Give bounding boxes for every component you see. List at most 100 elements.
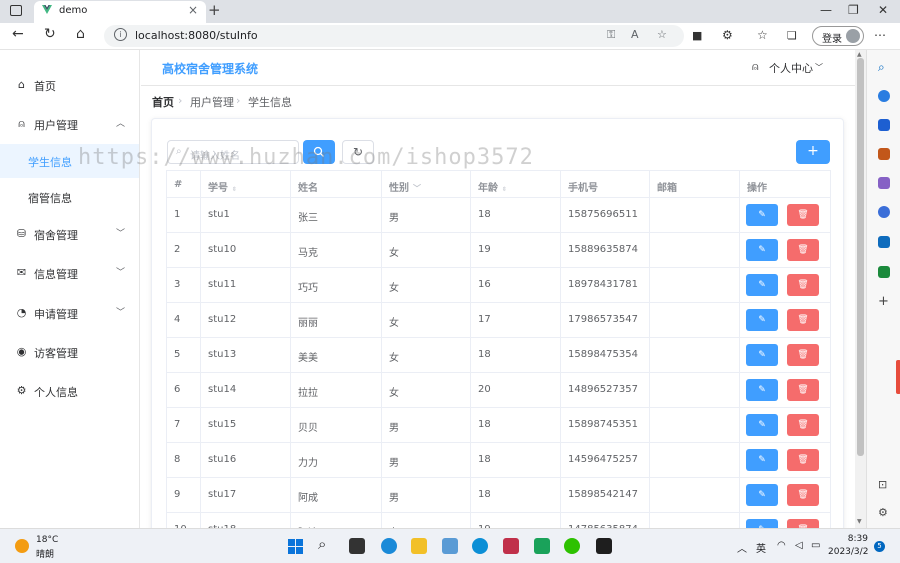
more-menu-icon[interactable]: ⋯	[874, 28, 886, 42]
cell-gender: 女	[382, 338, 471, 372]
delete-button[interactable]: 🗑	[787, 519, 819, 528]
read-aloud-icon[interactable]: A	[631, 28, 639, 41]
column-header-gender[interactable]: 性别 ﹀	[382, 171, 471, 199]
chevron-down-icon[interactable]: ﹀	[815, 62, 823, 73]
search-icon[interactable]: ⌕	[878, 60, 890, 74]
edge-browser-icon[interactable]	[381, 538, 397, 554]
sidebar-item-info-management[interactable]: ✉ 信息管理 ﹀	[0, 256, 139, 290]
sidebar-item-home[interactable]: ⌂ 首页	[0, 68, 139, 102]
scroll-up-icon[interactable]: ▲	[857, 51, 862, 58]
maximize-icon[interactable]: ❐	[848, 3, 859, 17]
site-info-icon[interactable]: i	[114, 28, 127, 41]
column-header-student-id[interactable]: 学号 ⇳	[201, 171, 291, 199]
shopping-tag-icon[interactable]	[878, 119, 890, 131]
sidebar-item-personal-info[interactable]: ⚙ 个人信息	[0, 374, 139, 408]
home-icon[interactable]: ⌂	[76, 26, 85, 42]
delete-button[interactable]: 🗑	[787, 309, 819, 331]
outlook-icon[interactable]	[878, 236, 890, 248]
task-view-icon[interactable]	[349, 538, 365, 554]
intellij-icon[interactable]	[503, 538, 519, 554]
edit-button[interactable]: ✎	[746, 379, 778, 401]
delete-button[interactable]: 🗑	[787, 484, 819, 506]
user-icon[interactable]: ⍝	[752, 60, 759, 74]
back-icon[interactable]: ←	[12, 26, 24, 42]
url-text[interactable]: localhost:8080/stuInfo	[135, 29, 258, 42]
terminal-icon[interactable]	[596, 538, 612, 554]
page-scrollbar[interactable]: ▲ ▼	[855, 50, 866, 528]
battery-icon[interactable]: ▭	[811, 540, 820, 551]
edit-button[interactable]: ✎	[746, 309, 778, 331]
volume-icon[interactable]: ◁	[795, 540, 803, 551]
user-center-dropdown[interactable]: 个人中心	[769, 60, 813, 76]
breadcrumb-home[interactable]: 首页	[152, 94, 174, 110]
new-tab-button[interactable]: +	[208, 1, 221, 19]
taskbar-search-icon[interactable]: ⌕	[318, 535, 334, 553]
browser-app-icon[interactable]	[472, 538, 488, 554]
notification-badge[interactable]: 5	[874, 541, 885, 552]
delete-button[interactable]: 🗑	[787, 274, 819, 296]
edit-button[interactable]: ✎	[746, 484, 778, 506]
settings-icon[interactable]: ⚙	[878, 506, 890, 519]
windows-start-icon[interactable]	[288, 539, 304, 555]
sort-icon[interactable]: ⇳	[232, 186, 237, 193]
delete-button[interactable]: 🗑	[787, 449, 819, 471]
weather-temperature[interactable]: 18°C	[36, 535, 58, 545]
sidebar-item-user-management[interactable]: ⍝ 用户管理 ︿	[0, 107, 139, 141]
clock-date[interactable]: 2023/3/2	[828, 547, 868, 557]
delete-button[interactable]: 🗑	[787, 379, 819, 401]
sort-icon[interactable]: ⇳	[502, 186, 507, 193]
tab-close-icon[interactable]: ×	[188, 3, 198, 17]
add-student-button[interactable]: +	[796, 140, 830, 164]
sidebar-item-visitor-management[interactable]: ◉ 访客管理	[0, 335, 139, 369]
hbuilder-icon[interactable]	[534, 538, 550, 554]
wechat-icon[interactable]	[564, 538, 580, 554]
address-bar[interactable]: i localhost:8080/stuInfo ⚿ A ☆	[104, 25, 684, 47]
edit-button[interactable]: ✎	[746, 414, 778, 436]
sidebar-item-dorm-manager-info[interactable]: 宿管信息	[0, 180, 139, 214]
favorites-icon[interactable]: ☆	[757, 28, 768, 42]
edit-button[interactable]: ✎	[746, 449, 778, 471]
drop-tree-icon[interactable]	[878, 266, 890, 278]
edit-button[interactable]: ✎	[746, 519, 778, 528]
delete-button[interactable]: 🗑	[787, 204, 819, 226]
key-icon[interactable]: ⚿	[607, 28, 615, 42]
wifi-icon[interactable]: ◠	[777, 540, 786, 551]
column-header-age[interactable]: 年龄 ⇳	[471, 171, 561, 199]
scroll-down-icon[interactable]: ▼	[857, 518, 862, 525]
photos-icon[interactable]	[442, 538, 458, 554]
bing-icon[interactable]	[878, 90, 890, 102]
games-icon[interactable]	[878, 177, 890, 189]
edit-button[interactable]: ✎	[746, 274, 778, 296]
refresh-icon[interactable]: ↻	[44, 26, 56, 42]
browser-tab[interactable]: demo ×	[34, 1, 206, 23]
split-screen-icon[interactable]: ⊡	[878, 478, 890, 491]
edit-button[interactable]: ✎	[746, 204, 778, 226]
weather-sun-icon[interactable]	[15, 539, 29, 553]
microsoft365-icon[interactable]	[878, 206, 890, 218]
delete-button[interactable]: 🗑	[787, 344, 819, 366]
file-explorer-icon[interactable]	[411, 538, 427, 554]
collections-icon[interactable]: ❏	[787, 29, 797, 42]
input-language[interactable]: 英	[756, 540, 766, 555]
delete-button[interactable]: 🗑	[787, 239, 819, 261]
add-icon[interactable]: +	[878, 294, 890, 309]
filter-chevron-icon[interactable]: ﹀	[413, 184, 421, 193]
login-button[interactable]: 登录	[812, 26, 864, 46]
tray-expand-icon[interactable]: ︿	[737, 540, 747, 555]
sidebar-item-dorm-management[interactable]: ⛁ 宿舍管理 ﹀	[0, 217, 139, 251]
cell-phone: 17986573547	[561, 303, 650, 337]
minimize-icon[interactable]: —	[820, 3, 832, 17]
weather-description[interactable]: 晴朗	[36, 547, 54, 560]
clock-time[interactable]: 8:39	[828, 534, 868, 544]
close-window-icon[interactable]: ✕	[878, 3, 888, 17]
extensions-icon[interactable]: ⚙	[722, 28, 733, 42]
delete-button[interactable]: 🗑	[787, 414, 819, 436]
tools-icon[interactable]	[878, 148, 890, 160]
favorite-add-icon[interactable]: ☆	[657, 28, 667, 41]
edit-button[interactable]: ✎	[746, 239, 778, 261]
edit-button[interactable]: ✎	[746, 344, 778, 366]
tab-actions-icon[interactable]	[10, 5, 22, 16]
extension-game-icon[interactable]: ■	[692, 29, 702, 42]
scrollbar-thumb[interactable]	[857, 58, 864, 456]
sidebar-item-application-management[interactable]: ◔ 申请管理 ﹀	[0, 296, 139, 330]
